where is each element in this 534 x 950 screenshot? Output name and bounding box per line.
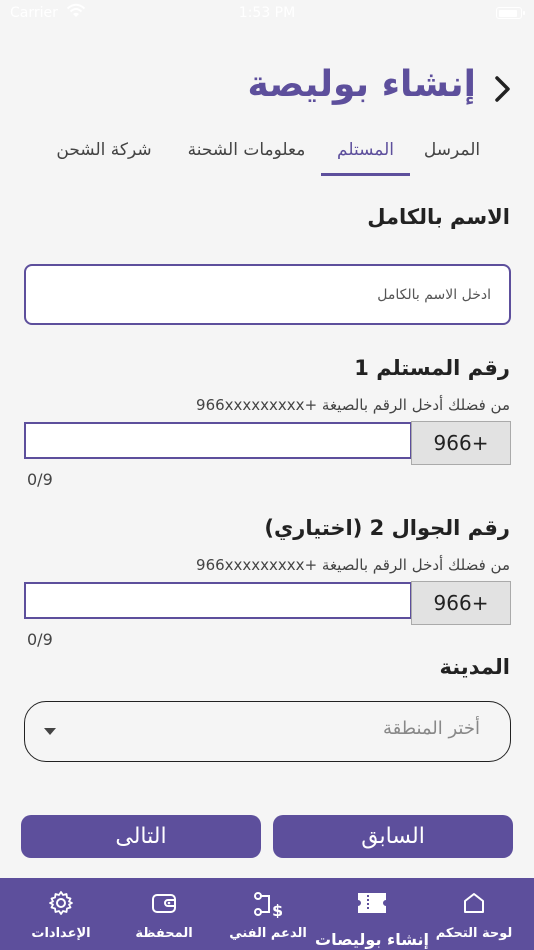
svg-text:$: $	[272, 901, 283, 918]
tabbar-label: المحفظة	[135, 926, 193, 941]
tabbar-label: الدعم الفني	[229, 926, 307, 941]
support-icon: $	[254, 892, 283, 918]
next-button[interactable]: التالى	[21, 815, 261, 858]
bottom-tab-bar: لوحة التحكم إنشاء بوليصات $ الدعم الفني …	[0, 878, 534, 950]
tab-recipient[interactable]: المستلم	[321, 136, 410, 176]
phone2-label: رقم الجوال 2 (اختياري)	[264, 516, 510, 540]
phone1-char-counter: 0/9	[27, 470, 53, 489]
phone2-country-code: 966+	[411, 581, 511, 625]
phone2-hint: من فضلك أدخل الرقم بالصيغة +966xxxxxxxxx	[196, 556, 510, 574]
home-icon	[464, 893, 484, 913]
tabbar-label: لوحة التحكم	[435, 926, 513, 941]
step-tabs: المرسل المستلم معلومات الشحنة شركة الشحن	[0, 136, 534, 176]
battery-fill	[498, 9, 517, 17]
chevron-back-icon[interactable]	[490, 74, 516, 104]
tabbar-label: الإعدادات	[31, 926, 91, 941]
tabbar-item-support[interactable]: $ الدعم الفني	[226, 878, 310, 950]
phone1-input[interactable]	[24, 422, 412, 459]
phone2-char-counter: 0/9	[27, 630, 53, 649]
city-placeholder: أختر المنطقة	[382, 718, 480, 739]
header: إنشاء بوليصة	[0, 60, 534, 120]
tab-sender[interactable]: المرسل	[414, 136, 490, 176]
gear-icon	[49, 891, 73, 915]
clock: 1:53 PM	[238, 5, 296, 21]
full-name-input[interactable]	[24, 264, 511, 325]
battery-icon	[496, 7, 525, 19]
tab-shipment-info[interactable]: معلومات الشحنة	[180, 136, 313, 176]
phone1-hint: من فضلك أدخل الرقم بالصيغة +966xxxxxxxxx	[196, 396, 510, 414]
city-select[interactable]: أختر المنطقة	[24, 701, 511, 762]
tabbar-item-settings[interactable]: الإعدادات	[24, 878, 98, 950]
phone1-country-code: 966+	[411, 421, 511, 465]
phone1-label: رقم المستلم 1	[354, 356, 510, 380]
tabbar-item-wallet[interactable]: المحفظة	[126, 878, 202, 950]
tabbar-item-create-waybills[interactable]: إنشاء بوليصات	[314, 878, 430, 950]
wallet-icon	[152, 894, 176, 913]
tab-shipping-company[interactable]: شركة الشحن	[48, 136, 160, 176]
phone2-input[interactable]	[24, 582, 412, 619]
full-name-label: الاسم بالكامل	[367, 205, 510, 229]
previous-button[interactable]: السابق	[273, 815, 513, 858]
tabbar-label: إنشاء بوليصات	[315, 930, 429, 949]
city-label: المدينة	[439, 655, 511, 679]
page-title: إنشاء بوليصة	[247, 64, 476, 105]
status-bar: Carrier 1:53 PM	[0, 0, 534, 28]
ticket-icon	[358, 893, 386, 913]
tabbar-item-dashboard[interactable]: لوحة التحكم	[428, 878, 520, 950]
dropdown-caret-icon	[44, 728, 56, 735]
